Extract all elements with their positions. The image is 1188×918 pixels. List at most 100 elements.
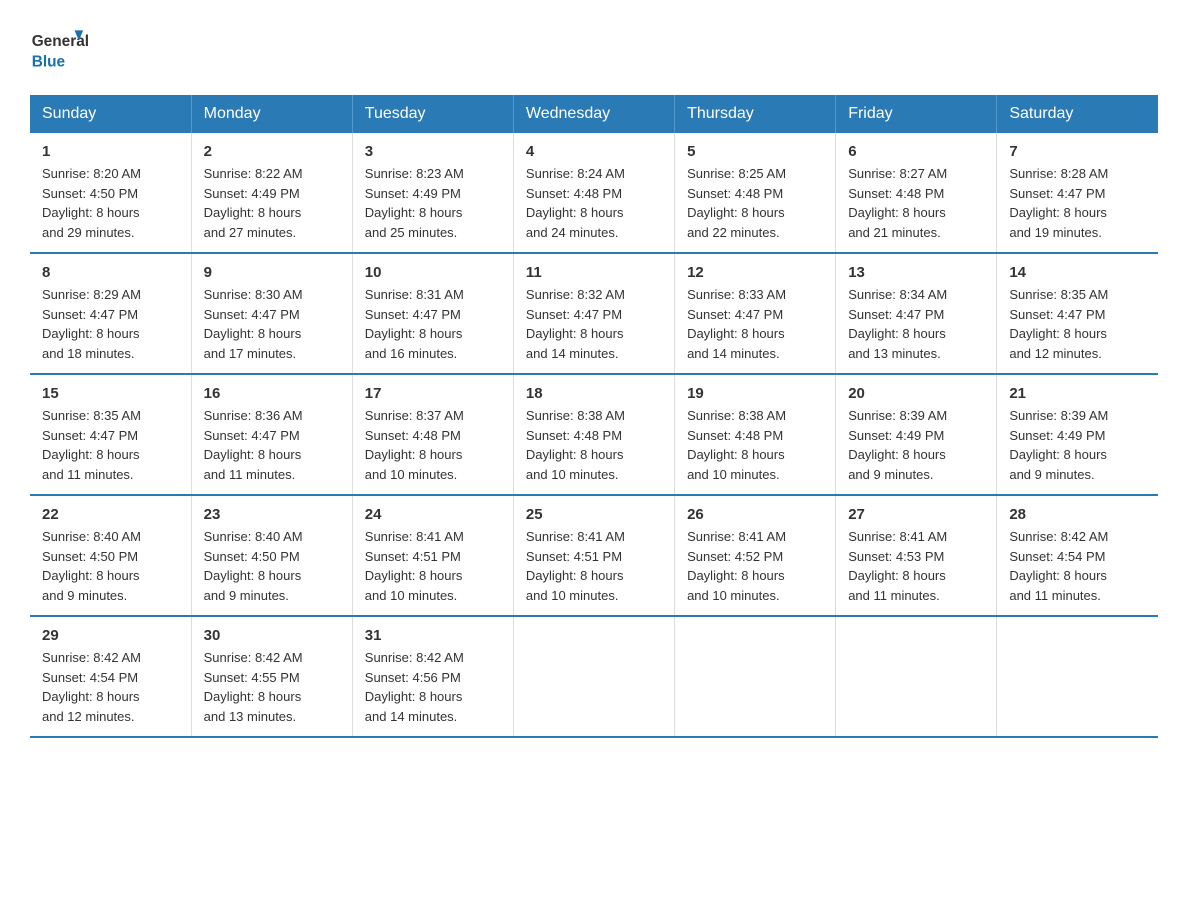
- day-info: Sunrise: 8:39 AMSunset: 4:49 PMDaylight:…: [848, 408, 947, 482]
- calendar-cell: [675, 616, 836, 737]
- calendar-cell: [513, 616, 674, 737]
- day-info: Sunrise: 8:41 AMSunset: 4:51 PMDaylight:…: [365, 529, 464, 603]
- day-number: 27: [848, 506, 984, 523]
- calendar-cell: 18 Sunrise: 8:38 AMSunset: 4:48 PMDaylig…: [513, 374, 674, 495]
- day-info: Sunrise: 8:30 AMSunset: 4:47 PMDaylight:…: [204, 287, 303, 361]
- calendar-cell: 29 Sunrise: 8:42 AMSunset: 4:54 PMDaylig…: [30, 616, 191, 737]
- logo[interactable]: General Blue: [30, 20, 90, 75]
- day-number: 23: [204, 506, 340, 523]
- svg-text:Blue: Blue: [32, 53, 66, 70]
- calendar-cell: 27 Sunrise: 8:41 AMSunset: 4:53 PMDaylig…: [836, 495, 997, 616]
- calendar-cell: 21 Sunrise: 8:39 AMSunset: 4:49 PMDaylig…: [997, 374, 1158, 495]
- calendar-cell: 11 Sunrise: 8:32 AMSunset: 4:47 PMDaylig…: [513, 253, 674, 374]
- day-info: Sunrise: 8:23 AMSunset: 4:49 PMDaylight:…: [365, 166, 464, 240]
- calendar-cell: 19 Sunrise: 8:38 AMSunset: 4:48 PMDaylig…: [675, 374, 836, 495]
- calendar-week-2: 8 Sunrise: 8:29 AMSunset: 4:47 PMDayligh…: [30, 253, 1158, 374]
- weekday-header-monday: Monday: [191, 95, 352, 133]
- day-number: 13: [848, 264, 984, 281]
- day-number: 16: [204, 385, 340, 402]
- calendar-cell: 3 Sunrise: 8:23 AMSunset: 4:49 PMDayligh…: [352, 133, 513, 253]
- day-info: Sunrise: 8:41 AMSunset: 4:51 PMDaylight:…: [526, 529, 625, 603]
- calendar-cell: 10 Sunrise: 8:31 AMSunset: 4:47 PMDaylig…: [352, 253, 513, 374]
- day-number: 10: [365, 264, 501, 281]
- calendar-cell: 25 Sunrise: 8:41 AMSunset: 4:51 PMDaylig…: [513, 495, 674, 616]
- calendar-week-5: 29 Sunrise: 8:42 AMSunset: 4:54 PMDaylig…: [30, 616, 1158, 737]
- day-number: 7: [1009, 143, 1146, 160]
- day-number: 31: [365, 627, 501, 644]
- calendar-cell: 1 Sunrise: 8:20 AMSunset: 4:50 PMDayligh…: [30, 133, 191, 253]
- calendar-cell: 31 Sunrise: 8:42 AMSunset: 4:56 PMDaylig…: [352, 616, 513, 737]
- day-info: Sunrise: 8:25 AMSunset: 4:48 PMDaylight:…: [687, 166, 786, 240]
- calendar-cell: 13 Sunrise: 8:34 AMSunset: 4:47 PMDaylig…: [836, 253, 997, 374]
- day-info: Sunrise: 8:34 AMSunset: 4:47 PMDaylight:…: [848, 287, 947, 361]
- day-number: 28: [1009, 506, 1146, 523]
- weekday-header-friday: Friday: [836, 95, 997, 133]
- weekday-header-tuesday: Tuesday: [352, 95, 513, 133]
- day-number: 25: [526, 506, 662, 523]
- calendar-cell: 26 Sunrise: 8:41 AMSunset: 4:52 PMDaylig…: [675, 495, 836, 616]
- calendar-cell: 16 Sunrise: 8:36 AMSunset: 4:47 PMDaylig…: [191, 374, 352, 495]
- day-info: Sunrise: 8:39 AMSunset: 4:49 PMDaylight:…: [1009, 408, 1108, 482]
- day-info: Sunrise: 8:22 AMSunset: 4:49 PMDaylight:…: [204, 166, 303, 240]
- day-number: 5: [687, 143, 823, 160]
- day-number: 15: [42, 385, 179, 402]
- day-number: 3: [365, 143, 501, 160]
- calendar-table: SundayMondayTuesdayWednesdayThursdayFrid…: [30, 95, 1158, 738]
- day-info: Sunrise: 8:28 AMSunset: 4:47 PMDaylight:…: [1009, 166, 1108, 240]
- day-info: Sunrise: 8:41 AMSunset: 4:52 PMDaylight:…: [687, 529, 786, 603]
- day-number: 22: [42, 506, 179, 523]
- calendar-header: SundayMondayTuesdayWednesdayThursdayFrid…: [30, 95, 1158, 133]
- day-info: Sunrise: 8:42 AMSunset: 4:55 PMDaylight:…: [204, 650, 303, 724]
- weekday-header-thursday: Thursday: [675, 95, 836, 133]
- weekday-header-saturday: Saturday: [997, 95, 1158, 133]
- calendar-cell: 2 Sunrise: 8:22 AMSunset: 4:49 PMDayligh…: [191, 133, 352, 253]
- day-info: Sunrise: 8:29 AMSunset: 4:47 PMDaylight:…: [42, 287, 141, 361]
- day-info: Sunrise: 8:27 AMSunset: 4:48 PMDaylight:…: [848, 166, 947, 240]
- calendar-cell: 5 Sunrise: 8:25 AMSunset: 4:48 PMDayligh…: [675, 133, 836, 253]
- day-number: 6: [848, 143, 984, 160]
- day-info: Sunrise: 8:35 AMSunset: 4:47 PMDaylight:…: [42, 408, 141, 482]
- calendar-cell: [836, 616, 997, 737]
- day-info: Sunrise: 8:38 AMSunset: 4:48 PMDaylight:…: [526, 408, 625, 482]
- day-number: 21: [1009, 385, 1146, 402]
- calendar-cell: 6 Sunrise: 8:27 AMSunset: 4:48 PMDayligh…: [836, 133, 997, 253]
- day-number: 4: [526, 143, 662, 160]
- calendar-week-1: 1 Sunrise: 8:20 AMSunset: 4:50 PMDayligh…: [30, 133, 1158, 253]
- day-number: 18: [526, 385, 662, 402]
- day-info: Sunrise: 8:42 AMSunset: 4:54 PMDaylight:…: [1009, 529, 1108, 603]
- day-info: Sunrise: 8:33 AMSunset: 4:47 PMDaylight:…: [687, 287, 786, 361]
- day-number: 9: [204, 264, 340, 281]
- day-info: Sunrise: 8:38 AMSunset: 4:48 PMDaylight:…: [687, 408, 786, 482]
- logo-icon: General Blue: [30, 20, 90, 75]
- weekday-header-sunday: Sunday: [30, 95, 191, 133]
- day-number: 1: [42, 143, 179, 160]
- day-number: 17: [365, 385, 501, 402]
- day-info: Sunrise: 8:41 AMSunset: 4:53 PMDaylight:…: [848, 529, 947, 603]
- day-info: Sunrise: 8:42 AMSunset: 4:54 PMDaylight:…: [42, 650, 141, 724]
- day-number: 26: [687, 506, 823, 523]
- day-info: Sunrise: 8:36 AMSunset: 4:47 PMDaylight:…: [204, 408, 303, 482]
- day-info: Sunrise: 8:37 AMSunset: 4:48 PMDaylight:…: [365, 408, 464, 482]
- calendar-cell: 20 Sunrise: 8:39 AMSunset: 4:49 PMDaylig…: [836, 374, 997, 495]
- calendar-cell: 24 Sunrise: 8:41 AMSunset: 4:51 PMDaylig…: [352, 495, 513, 616]
- calendar-cell: 14 Sunrise: 8:35 AMSunset: 4:47 PMDaylig…: [997, 253, 1158, 374]
- day-number: 24: [365, 506, 501, 523]
- day-info: Sunrise: 8:40 AMSunset: 4:50 PMDaylight:…: [42, 529, 141, 603]
- day-number: 12: [687, 264, 823, 281]
- day-number: 11: [526, 264, 662, 281]
- day-info: Sunrise: 8:20 AMSunset: 4:50 PMDaylight:…: [42, 166, 141, 240]
- calendar-cell: 9 Sunrise: 8:30 AMSunset: 4:47 PMDayligh…: [191, 253, 352, 374]
- day-number: 14: [1009, 264, 1146, 281]
- calendar-cell: [997, 616, 1158, 737]
- page-header: General Blue: [30, 20, 1158, 75]
- day-info: Sunrise: 8:42 AMSunset: 4:56 PMDaylight:…: [365, 650, 464, 724]
- calendar-cell: 17 Sunrise: 8:37 AMSunset: 4:48 PMDaylig…: [352, 374, 513, 495]
- day-info: Sunrise: 8:31 AMSunset: 4:47 PMDaylight:…: [365, 287, 464, 361]
- day-info: Sunrise: 8:24 AMSunset: 4:48 PMDaylight:…: [526, 166, 625, 240]
- day-info: Sunrise: 8:40 AMSunset: 4:50 PMDaylight:…: [204, 529, 303, 603]
- calendar-cell: 22 Sunrise: 8:40 AMSunset: 4:50 PMDaylig…: [30, 495, 191, 616]
- day-info: Sunrise: 8:35 AMSunset: 4:47 PMDaylight:…: [1009, 287, 1108, 361]
- day-number: 29: [42, 627, 179, 644]
- day-number: 2: [204, 143, 340, 160]
- calendar-cell: 23 Sunrise: 8:40 AMSunset: 4:50 PMDaylig…: [191, 495, 352, 616]
